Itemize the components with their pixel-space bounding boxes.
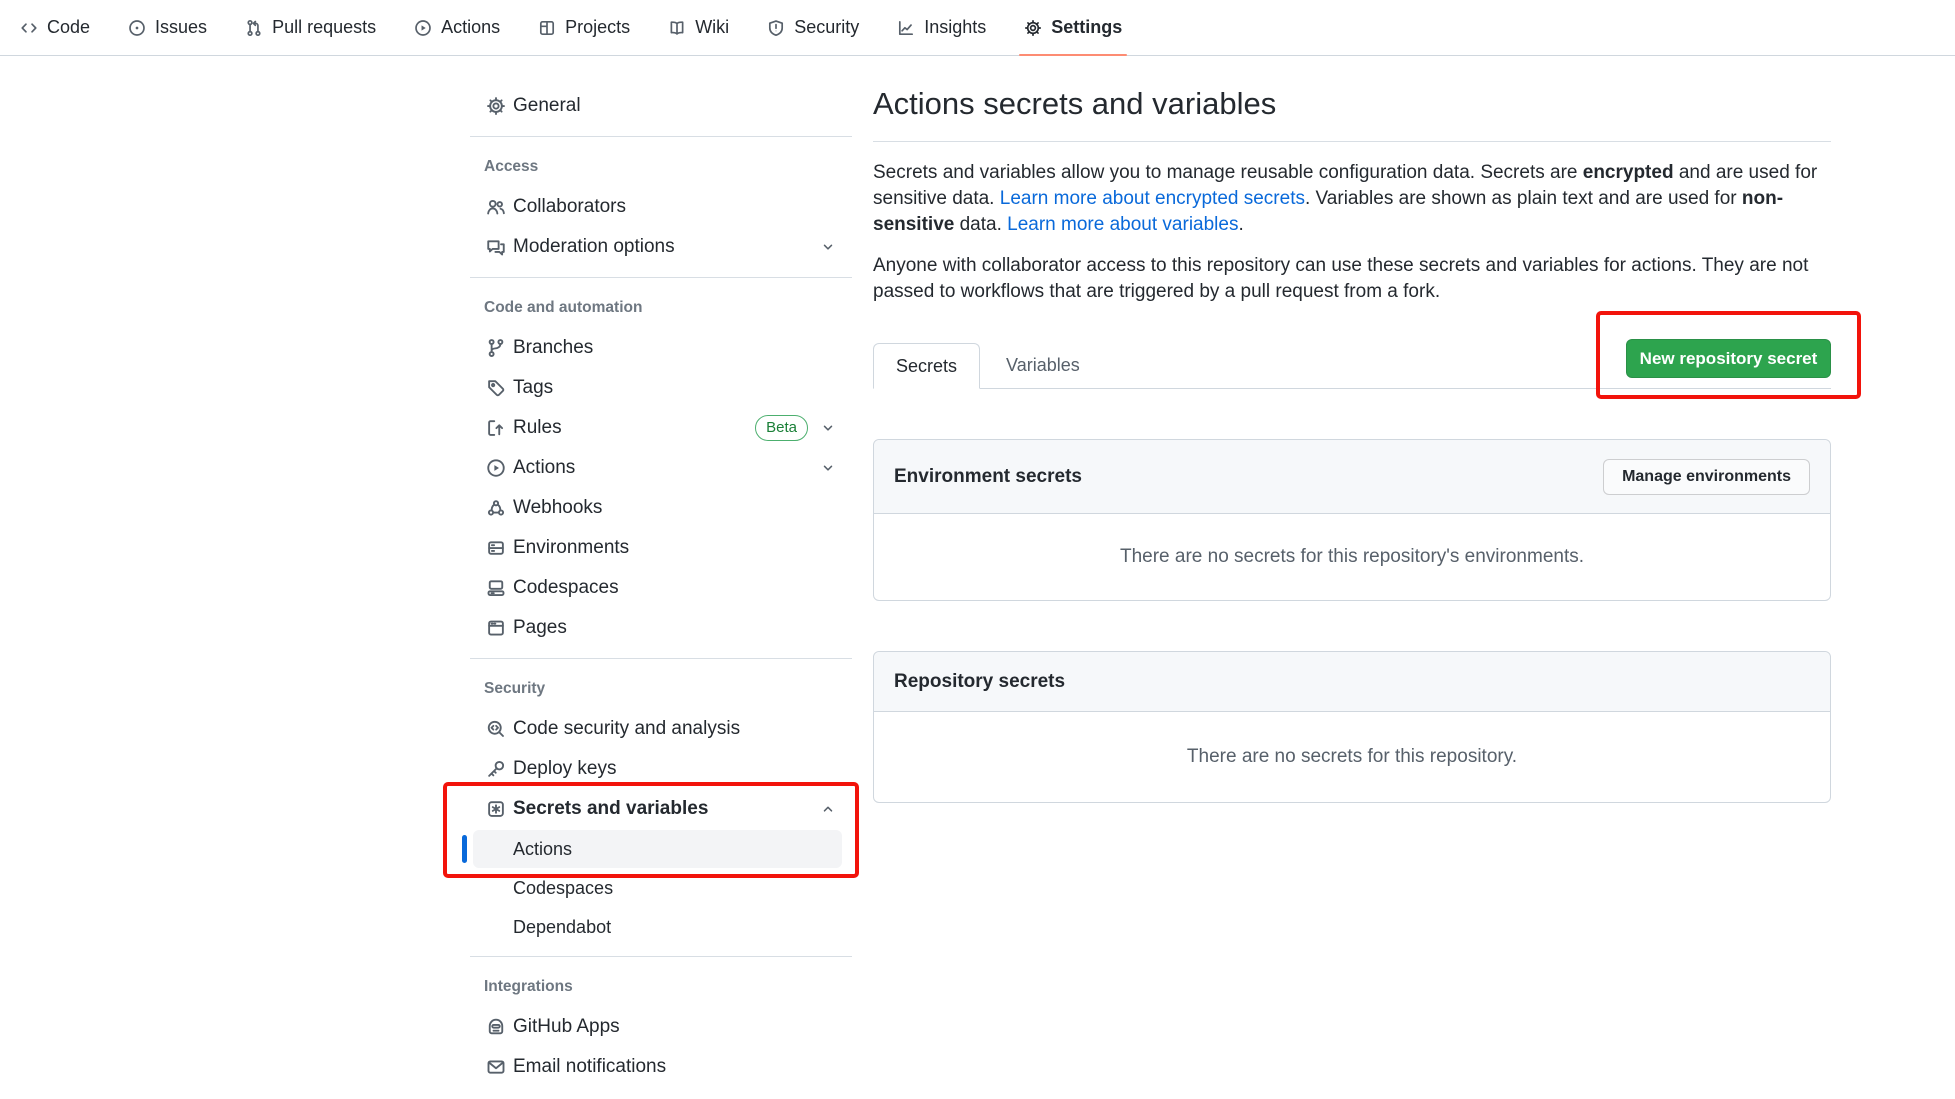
tab-variables[interactable]: Variables: [980, 342, 1106, 388]
sidebar-section-code-automation: Code and automation: [461, 288, 852, 328]
environment-secrets-empty-state: There are no secrets for this repository…: [874, 514, 1830, 600]
sidebar-item-moderation-options[interactable]: Moderation options: [461, 227, 852, 267]
hubot-icon: [486, 1017, 506, 1037]
sidebar-item-general[interactable]: General: [461, 86, 852, 126]
sidebar-item-pages[interactable]: Pages: [461, 608, 852, 648]
chevron-down-icon: [820, 460, 836, 476]
environment-secrets-header: Environment secrets Manage environments: [874, 440, 1830, 514]
sidebar-subitem-codespaces[interactable]: Codespaces: [473, 869, 842, 907]
sidebar-section-security: Security: [461, 669, 852, 709]
nav-tab-settings[interactable]: Settings: [1005, 0, 1141, 55]
repository-secrets-header: Repository secrets: [874, 652, 1830, 712]
secrets-description: Secrets and variables allow you to manag…: [873, 160, 1831, 238]
nav-tab-actions[interactable]: Actions: [395, 0, 519, 55]
repository-secrets-panel: Repository secrets There are no secrets …: [873, 651, 1831, 803]
sidebar-item-email-notifications[interactable]: Email notifications: [461, 1047, 852, 1087]
sidebar-section-access: Access: [461, 147, 852, 187]
sidebar-item-actions[interactable]: Actions: [461, 448, 852, 488]
nav-tab-projects[interactable]: Projects: [519, 0, 649, 55]
description-text: Secrets and variables allow you to manag…: [873, 162, 1583, 183]
server-icon: [486, 538, 506, 558]
beta-badge: Beta: [755, 415, 808, 441]
sidebar-divider: [470, 136, 852, 137]
book-icon: [668, 19, 686, 37]
page-title: Actions secrets and variables: [873, 86, 1276, 122]
code-icon: [20, 19, 38, 37]
nav-tab-pull-requests[interactable]: Pull requests: [226, 0, 395, 55]
project-table-icon: [538, 19, 556, 37]
tag-icon: [486, 378, 506, 398]
sidebar-divider: [470, 277, 852, 278]
repository-secrets-title: Repository secrets: [894, 671, 1065, 693]
sidebar-item-branches[interactable]: Branches: [461, 328, 852, 368]
description-text: . Variables are shown as plain text and …: [1305, 188, 1742, 209]
play-circle-icon: [414, 19, 432, 37]
chevron-down-icon: [820, 239, 836, 255]
chevron-up-icon: [820, 801, 836, 817]
git-branch-icon: [486, 338, 506, 358]
encrypted-emphasis: encrypted: [1583, 162, 1674, 183]
key-icon: [486, 759, 506, 779]
new-repository-secret-button[interactable]: New repository secret: [1626, 339, 1831, 378]
sidebar-item-webhooks[interactable]: Webhooks: [461, 488, 852, 528]
variables-link[interactable]: Learn more about variables: [1007, 214, 1238, 235]
sidebar-item-collaborators[interactable]: Collaborators: [461, 187, 852, 227]
sidebar-section-integrations: Integrations: [461, 967, 852, 1007]
sidebar-subitem-dependabot[interactable]: Dependabot: [473, 908, 842, 946]
sidebar-item-environments[interactable]: Environments: [461, 528, 852, 568]
comment-discussion-icon: [486, 237, 506, 257]
repo-nav: Code Issues Pull requests Actions Projec…: [0, 0, 1955, 56]
sidebar-item-github-apps[interactable]: GitHub Apps: [461, 1007, 852, 1047]
graph-icon: [897, 19, 915, 37]
shield-icon: [767, 19, 785, 37]
encrypted-secrets-link[interactable]: Learn more about encrypted secrets: [1000, 188, 1305, 209]
settings-sidebar: General Access Collaborators Moderation …: [461, 56, 852, 1087]
settings-content: Actions secrets and variables Secrets an…: [873, 56, 1831, 1099]
pull-request-icon: [245, 19, 263, 37]
description-text: data.: [954, 214, 1007, 235]
environment-secrets-panel: Environment secrets Manage environments …: [873, 439, 1831, 601]
play-circle-icon: [486, 458, 506, 478]
sidebar-item-secrets-and-variables[interactable]: Secrets and variables: [461, 789, 852, 829]
sidebar-item-deploy-keys[interactable]: Deploy keys: [461, 749, 852, 789]
codespaces-icon: [486, 578, 506, 598]
nav-tab-code[interactable]: Code: [1, 0, 109, 55]
webhook-icon: [486, 498, 506, 518]
asterisk-box-icon: [486, 799, 506, 819]
sidebar-item-tags[interactable]: Tags: [461, 368, 852, 408]
manage-environments-button[interactable]: Manage environments: [1603, 459, 1810, 495]
environment-secrets-title: Environment secrets: [894, 466, 1082, 488]
title-divider: [873, 141, 1831, 142]
sidebar-subitem-actions[interactable]: Actions: [473, 830, 842, 868]
chevron-down-icon: [820, 420, 836, 436]
sidebar-item-code-security[interactable]: Code security and analysis: [461, 709, 852, 749]
tab-secrets[interactable]: Secrets: [873, 343, 980, 389]
collaborator-note: Anyone with collaborator access to this …: [873, 253, 1831, 305]
description-text: .: [1238, 214, 1243, 235]
nav-tab-insights[interactable]: Insights: [878, 0, 1005, 55]
gear-icon: [1024, 19, 1042, 37]
sidebar-divider: [470, 658, 852, 659]
nav-tab-issues[interactable]: Issues: [109, 0, 226, 55]
people-icon: [486, 197, 506, 217]
repository-secrets-empty-state: There are no secrets for this repository…: [874, 712, 1830, 802]
nav-tab-wiki[interactable]: Wiki: [649, 0, 748, 55]
sidebar-divider: [470, 956, 852, 957]
mail-icon: [486, 1057, 506, 1077]
sidebar-item-rules[interactable]: Rules Beta: [461, 408, 852, 448]
issue-opened-icon: [128, 19, 146, 37]
rules-icon: [486, 418, 506, 438]
gear-icon: [486, 96, 506, 116]
codescan-icon: [486, 719, 506, 739]
nav-tab-security[interactable]: Security: [748, 0, 878, 55]
browser-icon: [486, 618, 506, 638]
sidebar-item-codespaces[interactable]: Codespaces: [461, 568, 852, 608]
